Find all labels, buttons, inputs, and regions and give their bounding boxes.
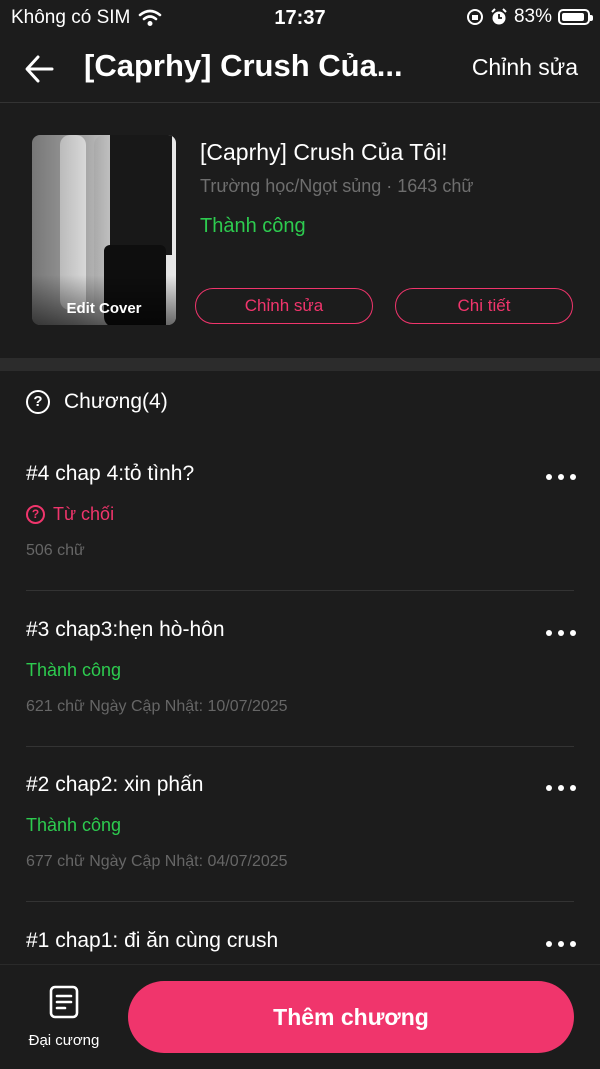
chapters-count: Chương(4) [64, 390, 168, 413]
chapter-status: ? Từ chối [26, 504, 114, 525]
add-chapter-button[interactable]: Thêm chương [128, 981, 574, 1053]
chapter-separator [26, 746, 574, 747]
nav-bar: [Caprhy] Crush Của... Chỉnh sửa [0, 36, 600, 103]
more-options-icon[interactable] [546, 941, 576, 947]
chapter-status: Thành công [26, 660, 121, 681]
detail-button[interactable]: Chi tiết [395, 288, 573, 324]
more-options-icon[interactable] [546, 474, 576, 480]
book-info: Edit Cover [Caprhy] Crush Của Tôi! Trườn… [0, 103, 600, 357]
chapter-title: #3 chap3:hẹn hò-hôn [26, 618, 225, 641]
chapters-header: ? Chương(4) [26, 390, 168, 414]
more-options-icon[interactable] [546, 785, 576, 791]
chapter-status-label: Từ chối [53, 504, 115, 524]
rejected-icon: ? [26, 505, 45, 524]
outline-label: Đại cương [28, 1032, 100, 1049]
chapter-title: #4 chap 4:tỏ tình? [26, 462, 195, 485]
back-arrow-icon[interactable] [22, 52, 58, 86]
chapter-info: 506 chữ [26, 542, 85, 559]
chapter-status-label: Thành công [26, 815, 122, 835]
status-bar: Không có SIM 17:37 83% [0, 0, 600, 36]
chapter-title: #1 chap1: đi ăn cùng crush [26, 929, 279, 952]
battery-icon [558, 9, 593, 25]
section-divider [0, 358, 600, 371]
edit-book-button[interactable]: Chỉnh sửa [195, 288, 373, 324]
document-icon [49, 985, 79, 1019]
book-status: Thành công [200, 215, 306, 237]
chapter-separator [26, 590, 574, 591]
chapter-info: 621 chữ Ngày Cập Nhật: 10/07/2025 [26, 698, 288, 715]
bottom-bar: Đại cương Thêm chương [0, 964, 600, 1069]
book-title: [Caprhy] Crush Của Tôi! [200, 139, 448, 165]
edit-nav-button[interactable]: Chỉnh sửa [472, 54, 578, 81]
chapter-separator [26, 901, 574, 902]
chapter-title: #2 chap2: xin phấn [26, 773, 204, 796]
book-meta: Trường học/Ngọt sủng · 1643 chữ [200, 176, 474, 196]
chapter-status-label: Thành công [26, 660, 122, 680]
battery-percent: 83% [513, 6, 552, 27]
chapter-status: Thành công [26, 815, 121, 836]
book-cover[interactable]: Edit Cover [32, 135, 176, 325]
chapter-info: 677 chữ Ngày Cập Nhật: 04/07/2025 [26, 853, 288, 870]
more-options-icon[interactable] [546, 630, 576, 636]
rotation-lock-icon [466, 9, 483, 25]
alarm-icon [491, 8, 507, 25]
page-title: [Caprhy] Crush Của... [84, 48, 403, 83]
edit-cover-label: Edit Cover [66, 300, 142, 317]
status-icons: 83% [466, 6, 593, 28]
outline-button[interactable]: Đại cương [22, 985, 106, 1049]
help-icon[interactable]: ? [26, 390, 50, 414]
